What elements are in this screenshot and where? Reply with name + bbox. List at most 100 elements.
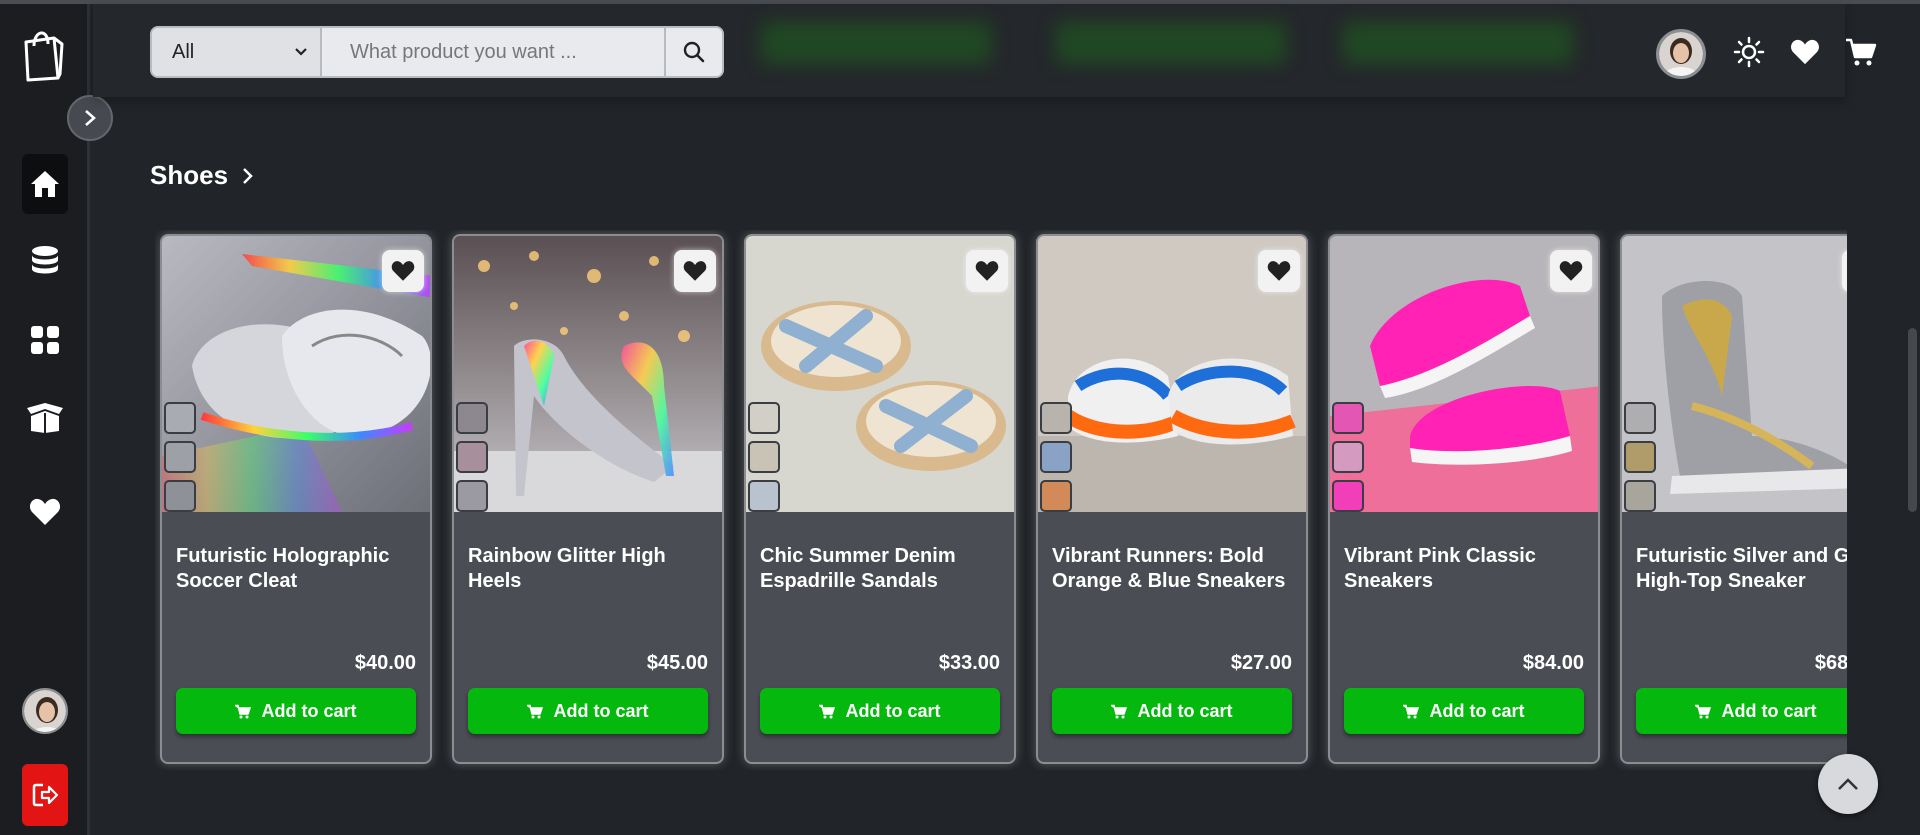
add-to-cart-button[interactable]: Add to cart [176, 688, 416, 734]
product-title[interactable]: Vibrant Runners: Bold Orange & Blue Snea… [1052, 544, 1302, 594]
add-to-cart-button[interactable]: Add to cart [1052, 688, 1292, 734]
sidebar-item-favorites[interactable] [22, 482, 68, 542]
product-card[interactable]: Rainbow Glitter High Heels $45.00 Add to… [452, 234, 724, 764]
user-avatar[interactable] [22, 688, 68, 734]
cart-button[interactable] [1843, 34, 1879, 70]
nav-link-1[interactable] [761, 22, 991, 64]
thumbnail[interactable] [1624, 402, 1656, 434]
search-input[interactable] [322, 28, 664, 76]
product-title[interactable]: Futuristic Holographic Soccer Cleat [176, 544, 426, 594]
thumbnail-list [748, 402, 780, 512]
header-avatar[interactable] [1656, 29, 1706, 79]
heart-icon [29, 498, 61, 525]
product-title[interactable]: Futuristic Silver and Gold High-Top Snea… [1636, 544, 1847, 594]
shopping-bag-icon[interactable] [20, 26, 66, 82]
chevron-right-icon [243, 167, 253, 184]
search-button[interactable] [664, 28, 722, 76]
thumbnail[interactable] [456, 480, 488, 512]
product-price: $40.00 [354, 652, 416, 674]
sun-icon [1733, 36, 1765, 68]
product-image[interactable] [1330, 236, 1598, 512]
product-carousel: Futuristic Holographic Soccer Cleat $40.… [155, 230, 1847, 770]
sidebar-toggle-button[interactable] [67, 95, 113, 141]
page-scrollbar-thumb[interactable] [1908, 328, 1917, 512]
thumbnail[interactable] [1040, 441, 1072, 473]
thumbnail[interactable] [748, 402, 780, 434]
thumbnail-list [164, 402, 196, 512]
product-image[interactable] [1038, 236, 1306, 512]
cart-icon [1695, 704, 1712, 718]
add-to-cart-button[interactable]: Add to cart [1344, 688, 1584, 734]
category-select-value: All [172, 40, 195, 63]
product-card[interactable]: Futuristic Silver and Gold High-Top Snea… [1620, 234, 1847, 764]
sidebar-item-categories[interactable] [22, 310, 68, 370]
product-image[interactable] [454, 236, 722, 512]
thumbnail[interactable] [748, 480, 780, 512]
chevron-right-icon [85, 110, 96, 126]
product-image[interactable] [1622, 236, 1847, 512]
wishlist-button[interactable] [1787, 34, 1823, 70]
add-to-cart-button[interactable]: Add to cart [760, 688, 1000, 734]
section-header[interactable]: Shoes [150, 160, 254, 191]
product-image[interactable] [162, 236, 430, 512]
theme-toggle-button[interactable] [1731, 34, 1767, 70]
logout-button[interactable] [22, 764, 68, 826]
favorite-button[interactable] [1258, 250, 1300, 292]
favorite-button[interactable] [674, 250, 716, 292]
product-card[interactable]: Vibrant Pink Classic Sneakers $84.00 Add… [1328, 234, 1600, 764]
nav-link-2[interactable] [1056, 22, 1286, 64]
heart-icon [1559, 261, 1583, 281]
cart-icon [1403, 704, 1420, 718]
favorite-button[interactable] [966, 250, 1008, 292]
add-to-cart-label: Add to cart [1429, 700, 1525, 721]
product-image[interactable] [746, 236, 1014, 512]
thumbnail[interactable] [1332, 441, 1364, 473]
sidebar-item-home[interactable] [22, 154, 68, 214]
product-title[interactable]: Rainbow Glitter High Heels [468, 544, 718, 594]
thumbnail-list [1332, 402, 1364, 512]
thumbnail[interactable] [164, 402, 196, 434]
thumbnail[interactable] [1040, 480, 1072, 512]
favorite-button[interactable] [1842, 250, 1847, 292]
sidebar-item-database[interactable] [22, 232, 68, 292]
thumbnail[interactable] [1332, 402, 1364, 434]
thumbnail[interactable] [1040, 402, 1072, 434]
scroll-to-top-button[interactable] [1818, 754, 1878, 814]
product-title-line: Rainbow Glitter High [468, 545, 666, 567]
add-to-cart-button[interactable]: Add to cart [1636, 688, 1847, 734]
nav-link-3[interactable] [1343, 22, 1573, 64]
cart-icon [1846, 38, 1877, 66]
thumbnail[interactable] [456, 402, 488, 434]
thumbnail[interactable] [1624, 480, 1656, 512]
cart-icon [819, 704, 836, 718]
chevron-down-icon [295, 48, 307, 56]
thumbnail-list [456, 402, 488, 512]
category-select[interactable]: All [152, 28, 322, 76]
thumbnail[interactable] [1624, 441, 1656, 473]
product-card[interactable]: Vibrant Runners: Bold Orange & Blue Snea… [1036, 234, 1308, 764]
product-title-line: Orange & Blue Sneakers [1052, 570, 1286, 592]
product-card[interactable]: Chic Summer Denim Espadrille Sandals $33… [744, 234, 1016, 764]
favorite-button[interactable] [1550, 250, 1592, 292]
thumbnail[interactable] [164, 480, 196, 512]
product-card[interactable]: Futuristic Holographic Soccer Cleat $40.… [160, 234, 432, 764]
product-title[interactable]: Chic Summer Denim Espadrille Sandals [760, 544, 1010, 594]
add-to-cart-label: Add to cart [261, 700, 357, 721]
thumbnail[interactable] [748, 441, 780, 473]
sidebar-item-orders[interactable] [22, 388, 68, 448]
add-to-cart-button[interactable]: Add to cart [468, 688, 708, 734]
favorite-button[interactable] [382, 250, 424, 292]
add-to-cart-label: Add to cart [845, 700, 941, 721]
thumbnail-list [1040, 402, 1072, 512]
product-title-line: Heels [468, 570, 522, 592]
product-title-line: Futuristic Holographic [176, 545, 390, 567]
thumbnail[interactable] [164, 441, 196, 473]
thumbnail[interactable] [456, 441, 488, 473]
add-to-cart-label: Add to cart [553, 700, 649, 721]
product-price: $33.00 [938, 652, 1000, 674]
product-title-line: Vibrant Pink Classic [1344, 545, 1536, 567]
add-to-cart-label: Add to cart [1137, 700, 1233, 721]
product-title-line: Sneakers [1344, 570, 1433, 592]
product-title[interactable]: Vibrant Pink Classic Sneakers [1344, 544, 1594, 594]
thumbnail[interactable] [1332, 480, 1364, 512]
